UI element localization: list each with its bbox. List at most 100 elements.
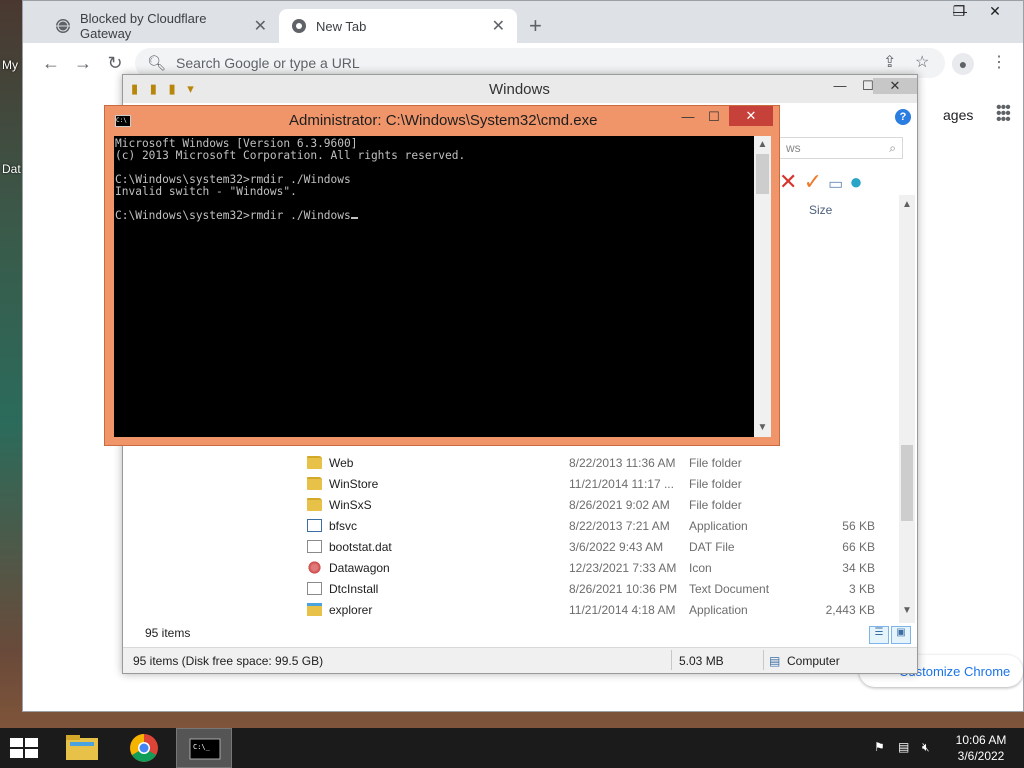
chrome-icon	[130, 734, 158, 762]
file-date: 11/21/2014 4:18 AM	[569, 603, 676, 617]
file-row[interactable]: WinStore 11/21/2014 11:17 ... File folder	[303, 474, 883, 495]
file-name: DtcInstall	[329, 582, 379, 596]
status-location: Computer	[787, 654, 840, 668]
globe-icon	[55, 18, 71, 34]
console-line: Invalid switch - "Windows".	[115, 185, 297, 198]
file-row[interactable]: DtcInstall 8/26/2021 10:36 PM Text Documen…	[303, 579, 883, 600]
scroll-down-icon[interactable]: ▼	[899, 605, 915, 616]
close-window-button[interactable]: ✕	[729, 106, 773, 126]
system-clock[interactable]: 10:06 AM 3/6/2022	[948, 732, 1014, 764]
quick-access-toolbar[interactable]: ▮ ▮ ▮ ▾	[131, 81, 198, 97]
file-row[interactable]: WinSxS 8/26/2021 9:02 AM File folder	[303, 495, 883, 516]
check-icon[interactable]: ✓	[804, 169, 822, 194]
volume-muted-icon[interactable]: 🔇︎	[922, 740, 930, 755]
profile-avatar[interactable]: ●	[952, 53, 974, 75]
file-size: 3 KB	[848, 582, 875, 596]
close-tab-icon[interactable]: ✕	[254, 16, 267, 36]
minimize-button[interactable]: —	[675, 109, 701, 124]
close-window-button[interactable]: ✕	[873, 78, 917, 94]
tab-blocked[interactable]: Blocked by Cloudflare Gateway ✕	[43, 9, 279, 43]
toolbar-icons: ✕ ✓ ▭ ●	[779, 169, 863, 195]
file-date: 12/23/2021 7:33 AM	[569, 561, 677, 575]
status-bar: 95 items (Disk free space: 99.5 GB) 5.03…	[123, 647, 917, 673]
new-tab-button[interactable]: +	[529, 15, 542, 37]
restore-icon[interactable]: ❐	[942, 3, 976, 20]
folder-icon	[307, 498, 322, 511]
file-row[interactable]: bootstat.dat 3/6/2022 9:43 AM DAT File 66 K…	[303, 537, 883, 558]
file-row[interactable]: explorer 11/21/2014 4:18 AM Application 2,4…	[303, 600, 883, 621]
file-row[interactable]: Datawagon 12/23/2021 7:33 AM Icon 34 KB	[303, 558, 883, 579]
minimize-button[interactable]: —	[827, 78, 853, 93]
clock-date: 3/6/2022	[957, 749, 1005, 763]
tab-title: New Tab	[316, 18, 367, 34]
apps-grid-icon[interactable]: ••• ••• •••	[996, 100, 1011, 128]
back-button[interactable]: ←	[39, 51, 63, 75]
start-button[interactable]	[10, 738, 38, 758]
scroll-up-icon[interactable]: ▲	[754, 139, 771, 150]
address-bar-placeholder: Search Google or type a URL	[176, 55, 360, 71]
tab-new-tab[interactable]: New Tab ✕	[279, 9, 517, 43]
desktop-icon-label-my[interactable]: My	[2, 58, 18, 72]
cmd-icon: C:\	[115, 115, 131, 127]
search-text: ws	[786, 141, 801, 155]
explorer-scrollbar[interactable]: ▲ ▼	[899, 195, 915, 623]
large-icons-view-icon[interactable]: ▣	[891, 626, 911, 644]
file-type: File folder	[689, 498, 742, 512]
column-header-size[interactable]: Size	[809, 203, 832, 217]
maximize-button[interactable]: ☐	[701, 109, 727, 125]
help-icon[interactable]: ?	[895, 109, 911, 125]
scroll-down-icon[interactable]: ▼	[754, 422, 771, 433]
taskbar-cmd-button[interactable]: C:\_	[176, 728, 232, 768]
delete-icon[interactable]: ✕	[779, 169, 797, 194]
cmd-window: C:\ Administrator: C:\Windows\System32\c…	[104, 105, 780, 446]
share-icon[interactable]: ⇪	[883, 52, 896, 72]
taskbar-explorer-button[interactable]	[54, 728, 110, 768]
scrollbar-thumb[interactable]	[901, 445, 913, 521]
console-line: (c) 2013 Microsoft Corporation. All righ…	[115, 149, 466, 162]
desktop-icon-label-dat[interactable]: Dat	[2, 162, 21, 176]
file-name: bfsvc	[329, 519, 358, 533]
file-size: 2,443 KB	[825, 603, 875, 617]
file-type: File folder	[689, 456, 742, 470]
cmd-icon: C:\_	[189, 738, 221, 760]
flag-icon[interactable]: ⚑	[874, 740, 885, 754]
computer-icon: ▤	[769, 654, 781, 668]
view-buttons: ☰ ▣	[867, 623, 911, 644]
scrollbar-thumb[interactable]	[756, 154, 769, 194]
properties-icon[interactable]: ▭	[828, 176, 843, 193]
file-icon	[307, 519, 322, 532]
close-window-button[interactable]: ✕	[978, 3, 1012, 20]
details-view-icon[interactable]: ☰	[869, 626, 889, 644]
file-type: Text Document	[689, 582, 770, 596]
file-size: 56 KB	[842, 519, 875, 533]
file-type: Icon	[689, 561, 712, 575]
file-date: 8/22/2013 7:21 AM	[569, 519, 670, 533]
search-icon: 🔍︎	[147, 55, 167, 72]
svg-text:C:\_: C:\_	[193, 743, 211, 751]
reload-button[interactable]: ↻	[103, 51, 127, 75]
search-input[interactable]: ws ⌕	[779, 137, 903, 159]
console-line: C:\Windows\system32>rmdir ./Windows	[115, 210, 753, 222]
file-date: 8/26/2021 10:36 PM	[569, 582, 678, 596]
file-date: 3/6/2022 9:43 AM	[569, 540, 664, 554]
cmd-scrollbar[interactable]: ▲ ▼	[754, 136, 771, 437]
menu-icon[interactable]: ⋮	[991, 52, 1007, 72]
file-date: 8/22/2013 11:36 AM	[569, 456, 676, 470]
cmd-title: Administrator: C:\Windows\System32\cmd.e…	[289, 112, 598, 129]
console-output[interactable]: Microsoft Windows [Version 6.3.9600] (c) …	[114, 136, 754, 437]
bookmark-star-icon[interactable]: ☆	[915, 52, 929, 72]
forward-button[interactable]: →	[71, 51, 95, 75]
file-row[interactable]: Web 8/22/2013 11:36 AM File folder	[303, 453, 883, 474]
taskbar-chrome-button[interactable]	[116, 728, 172, 768]
file-row[interactable]: bfsvc 8/22/2013 7:21 AM Application 56 KB	[303, 516, 883, 537]
tab-strip: Blocked by Cloudflare Gateway ✕ New Tab …	[23, 1, 1023, 43]
search-icon: ⌕	[889, 141, 896, 155]
globe-icon[interactable]: ●	[849, 169, 862, 194]
folder-icon	[307, 456, 322, 469]
scroll-up-icon[interactable]: ▲	[899, 199, 915, 210]
text-cursor	[350, 217, 358, 219]
status-items-disk: 95 items (Disk free space: 99.5 GB)	[133, 654, 324, 668]
close-tab-icon[interactable]: ✕	[492, 16, 505, 36]
images-link[interactable]: ages	[943, 107, 973, 123]
network-icon[interactable]: ▤	[898, 740, 909, 754]
